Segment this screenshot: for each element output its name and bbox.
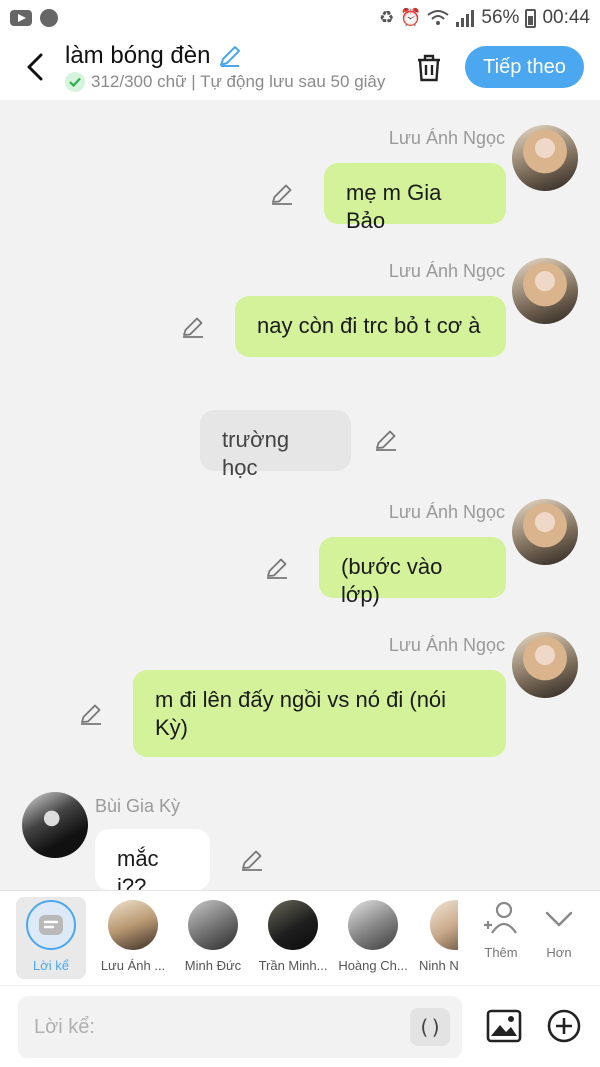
- character-label: Minh Đức: [184, 958, 242, 973]
- avatar: [430, 900, 458, 950]
- add-button[interactable]: [546, 1008, 582, 1044]
- recycle-icon: ♻: [379, 8, 395, 27]
- back-button[interactable]: [20, 52, 50, 82]
- message-bubble[interactable]: mắc j??: [95, 829, 210, 890]
- character-hoang[interactable]: Hoàng Ch...: [338, 897, 408, 979]
- chat-area[interactable]: Lưu Ánh Ngọc mẹ m Gia Bảo Lưu Ánh Ngọc n…: [0, 100, 600, 890]
- sender-name: Lưu Ánh Ngọc: [388, 261, 505, 281]
- story-title-text: làm bóng đèn: [65, 42, 211, 69]
- edit-title-icon[interactable]: [218, 44, 242, 68]
- avatar[interactable]: [22, 792, 88, 858]
- signal-icon: [456, 10, 475, 27]
- next-button[interactable]: Tiếp theo: [465, 46, 584, 88]
- edit-icon[interactable]: [79, 702, 103, 726]
- battery-percent: 56%: [481, 7, 520, 28]
- message-bubble[interactable]: nay còn đi trc bỏ t cơ à: [235, 296, 506, 357]
- character-label: Lưu Ánh ...: [100, 958, 166, 973]
- character-tran-minh[interactable]: Trần Minh...: [258, 897, 328, 979]
- avatar[interactable]: [512, 499, 578, 565]
- edit-icon[interactable]: [270, 182, 294, 206]
- editor-header: làm bóng đèn 312/300 chữ | Tự động lưu s…: [0, 36, 600, 100]
- character-label: Hoàng Ch...: [338, 958, 408, 973]
- character-label: Lời kể: [33, 958, 69, 973]
- battery-icon: [525, 8, 537, 28]
- chevron-left-icon: [27, 53, 43, 81]
- wifi-icon: [427, 10, 450, 25]
- insert-image-button[interactable]: [486, 1008, 522, 1044]
- character-ninh[interactable]: Ninh N: [418, 897, 458, 979]
- globe-icon: [40, 9, 58, 27]
- parentheses-button[interactable]: (): [410, 1008, 450, 1046]
- chevron-down-icon: [545, 911, 573, 927]
- status-bar: ♻ ⏰ 56% 00:44: [0, 0, 600, 36]
- message-bubble[interactable]: m đi lên đấy ngồi vs nó đi (nói Kỳ): [133, 670, 506, 757]
- plus-circle-icon: [547, 1009, 581, 1043]
- edit-icon[interactable]: [181, 315, 205, 339]
- narrator-icon: [26, 900, 76, 950]
- input-placeholder: Lời kể:: [34, 1015, 95, 1038]
- image-icon: [486, 1009, 522, 1043]
- character-label: Trần Minh...: [258, 958, 328, 973]
- edit-icon[interactable]: [265, 556, 289, 580]
- autosave-status: 312/300 chữ | Tự động lưu sau 50 giây: [65, 72, 395, 92]
- character-narrator[interactable]: Lời kể: [16, 897, 86, 979]
- character-minh-duc[interactable]: Minh Đức: [178, 897, 248, 979]
- character-label: Ninh N: [419, 958, 458, 973]
- autosave-text: 312/300 chữ | Tự động lưu sau 50 giây: [91, 72, 386, 91]
- avatar[interactable]: [512, 258, 578, 324]
- message-bubble[interactable]: mẹ m Gia Bảo: [324, 163, 506, 233]
- add-character-button[interactable]: Thêm: [476, 901, 526, 960]
- alarm-icon: ⏰: [400, 8, 422, 27]
- compose-bar: Lời kể: (): [0, 985, 600, 1067]
- edit-icon[interactable]: [240, 848, 264, 872]
- more-button[interactable]: Hơn: [534, 901, 584, 960]
- add-label: Thêm: [484, 945, 518, 960]
- check-icon: [65, 72, 85, 92]
- clock-time: 00:44: [542, 7, 590, 28]
- avatar[interactable]: [512, 632, 578, 698]
- message-bubble[interactable]: (bước vào lớp): [319, 537, 506, 607]
- sender-name: Lưu Ánh Ngọc: [388, 502, 505, 522]
- avatar[interactable]: [512, 125, 578, 191]
- character-selector: Lời kể Lưu Ánh ... Minh Đức Trần Minh...…: [0, 890, 600, 985]
- sender-name: Lưu Ánh Ngọc: [388, 128, 505, 148]
- trash-icon: [418, 54, 440, 82]
- avatar: [188, 900, 238, 950]
- sender-name: Lưu Ánh Ngọc: [388, 635, 505, 655]
- add-user-icon: [484, 901, 517, 934]
- story-title[interactable]: làm bóng đèn: [65, 42, 242, 70]
- youtube-icon: [10, 10, 32, 26]
- character-luu-anh-ngoc[interactable]: Lưu Ánh ...: [98, 897, 168, 979]
- delete-button[interactable]: [413, 52, 445, 84]
- message-input[interactable]: Lời kể: (): [18, 996, 462, 1058]
- more-label: Hơn: [546, 945, 572, 960]
- avatar: [268, 900, 318, 950]
- avatar: [108, 900, 158, 950]
- avatar: [348, 900, 398, 950]
- sender-name: Bùi Gia Kỳ: [95, 796, 181, 816]
- narration-bubble[interactable]: trường học: [200, 410, 351, 480]
- edit-icon[interactable]: [374, 428, 398, 452]
